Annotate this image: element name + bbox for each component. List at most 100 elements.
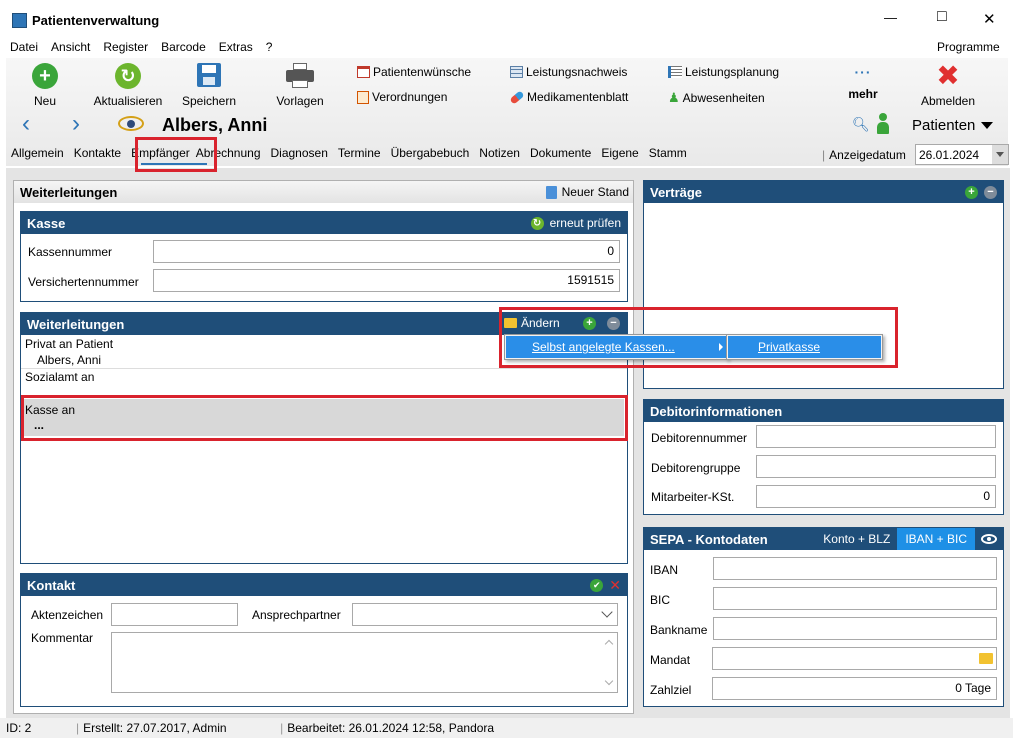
status-id: ID: 2 — [6, 721, 32, 735]
patientenwuensche-button[interactable]: Patientenwünsche — [357, 65, 471, 79]
cancel-x-icon[interactable]: ✕ — [609, 577, 621, 594]
menu-datei[interactable]: Datei — [10, 40, 38, 54]
bankname-input[interactable] — [713, 617, 997, 640]
aktenzeichen-label: Aktenzeichen — [31, 608, 104, 622]
menu-ansicht[interactable]: Ansicht — [51, 40, 90, 54]
mandat-input[interactable] — [712, 647, 997, 670]
menu-bar: Datei Ansicht Register Barcode Extras ? — [10, 40, 272, 54]
remove-vertrag-icon[interactable]: − — [984, 185, 997, 199]
tab-notizen[interactable]: Notizen — [479, 146, 520, 160]
folder-small-icon[interactable] — [979, 653, 993, 664]
abwesenheiten-button[interactable]: ♟ Abwesenheiten — [668, 90, 765, 106]
versichertennummer-input[interactable]: 1591515 — [153, 269, 620, 292]
list-icon — [668, 66, 682, 78]
calendar-icon — [357, 66, 370, 78]
minimize-button[interactable]: — — [884, 10, 897, 25]
scroll-down-icon[interactable] — [604, 676, 614, 686]
chevron-down-icon — [601, 606, 613, 618]
erneut-pruefen-button[interactable]: ↻ erneut prüfen — [530, 216, 627, 230]
tab-allgemein[interactable]: Allgemein — [11, 146, 64, 160]
neu-label: Neu — [33, 94, 56, 108]
tab-stamm[interactable]: Stamm — [649, 146, 687, 160]
tab-diagnosen[interactable]: Diagnosen — [271, 146, 328, 160]
mitarbeiter-kst-input[interactable]: 0 — [756, 485, 996, 508]
patienten-label: Patienten — [912, 117, 976, 134]
add-vertrag-icon[interactable]: + — [965, 185, 978, 199]
zahlziel-label: Zahlziel — [650, 683, 692, 697]
debitor-header: Debitorinformationen — [644, 400, 1003, 422]
menu-register[interactable]: Register — [103, 40, 148, 54]
person-icon — [877, 113, 889, 135]
kommentar-textarea[interactable] — [111, 632, 618, 693]
close-button[interactable]: ✕ — [983, 10, 996, 28]
menu-extras[interactable]: Extras — [219, 40, 253, 54]
date-dropdown-icon[interactable] — [992, 145, 1008, 164]
tab-uebergabebuch[interactable]: Übergabebuch — [391, 146, 470, 160]
mehr-label: mehr — [848, 87, 878, 101]
iban-bic-toggle[interactable]: IBAN + BIC — [897, 528, 975, 550]
leistungsnachweis-button[interactable]: Leistungsnachweis — [510, 65, 627, 79]
neuer-stand-button[interactable]: Neuer Stand — [545, 185, 629, 199]
menu-programme[interactable]: Programme — [937, 40, 1000, 54]
tab-dokumente[interactable]: Dokumente — [530, 146, 591, 160]
logout-x-icon: ✖ — [936, 60, 960, 91]
leistungsplanung-button[interactable]: Leistungsplanung — [668, 65, 779, 79]
vorlagen-button[interactable]: Vorlagen — [272, 63, 328, 108]
status-bar: ID: 2 | Erstellt: 27.07.2017, Admin | Be… — [0, 718, 1013, 738]
iban-input[interactable] — [713, 557, 997, 580]
zahlziel-input[interactable]: 0 Tage — [712, 677, 997, 700]
medikamentenblatt-label: Medikamentenblatt — [527, 90, 629, 104]
divider — [21, 368, 627, 369]
weiterleitungen-outer-header: Weiterleitungen Neuer Stand — [14, 181, 633, 203]
scroll-up-icon[interactable] — [604, 639, 614, 649]
window-title: Patientenverwaltung — [32, 13, 160, 28]
patienten-dropdown[interactable]: Patienten — [912, 117, 994, 134]
forward-arrow-icon[interactable]: › — [72, 111, 80, 137]
aktenzeichen-input[interactable] — [111, 603, 238, 626]
save-icon — [197, 63, 221, 87]
eye-small-icon[interactable] — [981, 534, 997, 544]
kassennummer-input[interactable]: 0 — [153, 240, 620, 263]
title-bar: Patientenverwaltung — [12, 13, 159, 28]
speichern-label: Speichern — [181, 94, 237, 108]
vertraege-header: Verträge + − — [644, 181, 1003, 203]
confirm-check-icon[interactable]: ✔ — [590, 578, 604, 592]
tab-termine[interactable]: Termine — [338, 146, 381, 160]
speichern-button[interactable]: Speichern — [178, 63, 240, 108]
mehr-button[interactable]: ··· mehr — [840, 64, 886, 101]
abmelden-button[interactable]: ✖ Abmelden — [915, 60, 981, 109]
back-arrow-icon[interactable]: ‹ — [22, 111, 30, 137]
leistungsplanung-label: Leistungsplanung — [685, 65, 780, 79]
aktualisieren-button[interactable]: ↻ Aktualisieren — [89, 63, 167, 108]
patientenwuensche-label: Patientenwünsche — [373, 65, 472, 79]
highlight-empfaenger-tab — [135, 137, 217, 172]
app-icon — [12, 13, 27, 28]
tab-eigene[interactable]: Eigene — [601, 146, 638, 160]
bic-input[interactable] — [713, 587, 997, 610]
konto-blz-toggle[interactable]: Konto + BLZ — [816, 532, 897, 546]
patient-name: Albers, Anni — [162, 115, 268, 135]
tab-kontakte[interactable]: Kontakte — [74, 146, 121, 160]
anzeigedatum-value: 26.01.2024 — [919, 147, 980, 162]
verordnungen-button[interactable]: Verordnungen — [357, 90, 447, 104]
person-absent-icon: ♟ — [668, 90, 680, 105]
add-icon: + — [32, 63, 58, 89]
anzeigedatum-input[interactable]: 26.01.2024 — [915, 144, 1009, 165]
menu-help[interactable]: ? — [266, 40, 273, 54]
medikamentenblatt-button[interactable]: Medikamentenblatt — [509, 89, 629, 105]
kassennummer-label: Kassennummer — [28, 245, 113, 259]
mandat-label: Mandat — [650, 653, 691, 667]
neu-button[interactable]: + Neu — [25, 63, 65, 108]
mitarbeiter-kst-label: Mitarbeiter-KSt. — [651, 490, 735, 504]
refresh-icon: ↻ — [115, 63, 141, 89]
search-icon[interactable]: 🔍︎ — [852, 116, 870, 133]
privat-an-patient-label: Privat an Patient — [25, 337, 114, 351]
maximize-button[interactable]: □ — [937, 8, 947, 26]
ansprechpartner-select[interactable] — [352, 603, 618, 626]
eye-icon[interactable] — [118, 116, 144, 131]
menu-barcode[interactable]: Barcode — [161, 40, 206, 54]
debitorengruppe-input[interactable] — [756, 455, 996, 478]
sozialamt-label: Sozialamt an — [25, 370, 95, 384]
more-dots-icon: ··· — [854, 64, 872, 80]
debitorennummer-input[interactable] — [756, 425, 996, 448]
